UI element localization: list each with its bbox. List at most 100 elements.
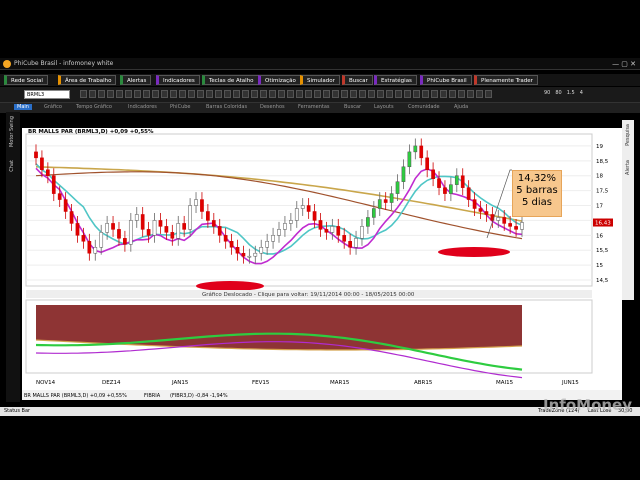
toolbar-button-icon[interactable] — [251, 90, 258, 98]
toolbar-button-icon[interactable] — [350, 90, 357, 98]
toolbar-button-icon[interactable] — [242, 90, 249, 98]
menu-item-9[interactable]: PhiCube Brasil — [420, 75, 472, 85]
tab-2[interactable]: Tempo Gráfico — [76, 104, 112, 110]
left-sidebar: Motor Swing Chat — [6, 112, 20, 402]
symbol-input[interactable]: BRML3 — [24, 90, 70, 99]
chart-area[interactable]: 14,51515,51616,51717,51818,519BR MALLS P… — [22, 128, 622, 400]
menu-item-8[interactable]: Estratégias — [374, 75, 417, 85]
toolbar-button-icon[interactable] — [368, 90, 375, 98]
candle-body — [105, 223, 109, 233]
chart[interactable]: 14,51515,51616,51717,51818,519BR MALLS P… — [22, 128, 622, 400]
chart-svg[interactable]: 14,51515,51616,51717,51818,519BR MALLS P… — [22, 128, 622, 400]
candle-body — [401, 166, 406, 182]
toolbar-button-icon[interactable] — [314, 90, 321, 98]
toolbar-button-icon[interactable] — [98, 90, 105, 98]
toolbar-button-icon[interactable] — [197, 90, 204, 98]
toolbar-button-icon[interactable] — [485, 90, 492, 98]
toolbar-button-icon[interactable] — [215, 90, 222, 98]
zoom-1[interactable]: 90 — [544, 90, 550, 96]
toolbar-button-icon[interactable] — [116, 90, 123, 98]
menu-item-2[interactable]: Alertas — [120, 75, 152, 85]
toolbar-button-icon[interactable] — [152, 90, 159, 98]
toolbar-button-icon[interactable] — [125, 90, 132, 98]
menu-item-5[interactable]: Otimização — [258, 75, 301, 85]
sidebar-motor-swing[interactable]: Motor Swing — [9, 116, 15, 147]
tab-4[interactable]: PhiCube — [170, 104, 190, 110]
toolbar-button-icon[interactable] — [80, 90, 87, 98]
toolbar-button-icon[interactable] — [323, 90, 330, 98]
toolbar-button-icon[interactable] — [233, 90, 240, 98]
menu-item-6[interactable]: Simulador — [300, 75, 340, 85]
menu-item-1[interactable]: Área de Trabalho — [58, 75, 117, 85]
tab-9[interactable]: Layouts — [374, 104, 394, 110]
toolbar-button-icon[interactable] — [332, 90, 339, 98]
toolbar-button-icon[interactable] — [386, 90, 393, 98]
toolbar-button-icon[interactable] — [224, 90, 231, 98]
toolbar-button-icon[interactable] — [395, 90, 402, 98]
tab-5[interactable]: Barras Coloridas — [206, 104, 247, 110]
toolbar-button-icon[interactable] — [476, 90, 483, 98]
candle-body — [123, 238, 127, 245]
toolbar-button-icon[interactable] — [377, 90, 384, 98]
sidebar-chat[interactable]: Chat — [9, 160, 15, 172]
rightbar-alerta[interactable]: Alerta — [625, 160, 631, 175]
window-controls[interactable]: — ▢ ✕ — [612, 60, 636, 68]
toolbar-button-icon[interactable] — [467, 90, 474, 98]
toolbar-icons[interactable] — [80, 90, 500, 100]
menu-item-10[interactable]: Plenamente Trader — [474, 75, 538, 85]
toolbar-button-icon[interactable] — [161, 90, 168, 98]
toolbar-button-icon[interactable] — [287, 90, 294, 98]
y-tick-label: 15 — [596, 263, 603, 269]
tab-3[interactable]: Indicadores — [128, 104, 157, 110]
candle-body — [57, 193, 62, 200]
toolbar-button-icon[interactable] — [404, 90, 411, 98]
toolbar-button-icon[interactable] — [278, 90, 285, 98]
toolbar-button-icon[interactable] — [359, 90, 366, 98]
toolbar-button-icon[interactable] — [305, 90, 312, 98]
toolbar-button-icon[interactable] — [107, 90, 114, 98]
tab-1[interactable]: Gráfico — [44, 104, 62, 110]
toolbar-button-icon[interactable] — [296, 90, 303, 98]
toolbar-button-icon[interactable] — [440, 90, 447, 98]
menu-item-4[interactable]: Teclas de Atalho — [202, 75, 259, 85]
toolbar-button-icon[interactable] — [458, 90, 465, 98]
candle-body — [253, 252, 258, 257]
toolbar-button-icon[interactable] — [341, 90, 348, 98]
tab-11[interactable]: Ajuda — [454, 104, 468, 110]
toolbar-button-icon[interactable] — [422, 90, 429, 98]
y-tick-label: 17,5 — [596, 189, 609, 195]
toolbar-button-icon[interactable] — [170, 90, 177, 98]
toolbar-button-icon[interactable] — [188, 90, 195, 98]
last-price-label: 16,43 — [595, 221, 611, 227]
tab-0[interactable]: Main — [14, 104, 32, 110]
menu-item-3[interactable]: Indicadores — [156, 75, 200, 85]
toolbar-button-icon[interactable] — [449, 90, 456, 98]
toolbar-button-icon[interactable] — [431, 90, 438, 98]
toolbar-button-icon[interactable] — [206, 90, 213, 98]
toolbar-button-icon[interactable] — [260, 90, 267, 98]
menu-item-7[interactable]: Buscar — [342, 75, 373, 85]
lower-title: Gráfico Deslocado - Clique para voltar: … — [202, 291, 415, 298]
toolbar-button-icon[interactable] — [413, 90, 420, 98]
toolbar-button-icon[interactable] — [134, 90, 141, 98]
zoom-values[interactable]: 90 80 1.5 4 — [544, 90, 583, 96]
candle-body — [259, 247, 264, 254]
toolbar-button-icon[interactable] — [89, 90, 96, 98]
tab-10[interactable]: Comunidade — [408, 104, 440, 110]
tab-6[interactable]: Desenhos — [260, 104, 285, 110]
x-tick-label: NOV14 — [36, 380, 56, 386]
tab-7[interactable]: Ferramentas — [298, 104, 330, 110]
menu-item-0[interactable]: Rede Social — [4, 75, 48, 85]
y-tick-label: 14,5 — [596, 278, 609, 284]
zoom-3[interactable]: 1.5 — [567, 90, 575, 96]
toolbar-button-icon[interactable] — [269, 90, 276, 98]
toolbar-button-icon[interactable] — [179, 90, 186, 98]
candle-body — [87, 241, 92, 254]
candle-body — [377, 199, 382, 209]
tab-8[interactable]: Buscar — [344, 104, 361, 110]
rightbar-pesquisa[interactable]: Pesquisa — [625, 124, 631, 146]
zoom-4[interactable]: 4 — [580, 90, 583, 96]
toolbar-button-icon[interactable] — [143, 90, 150, 98]
candle-body — [206, 211, 210, 221]
zoom-2[interactable]: 80 — [555, 90, 561, 96]
